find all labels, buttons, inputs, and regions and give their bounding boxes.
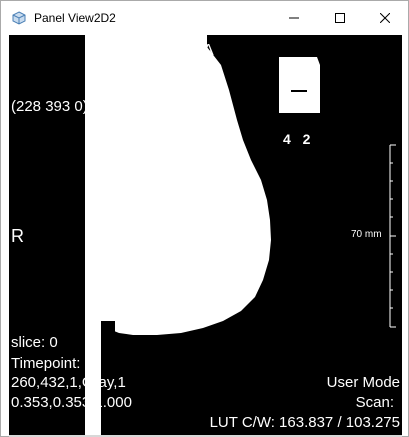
- scale-bar: [389, 144, 396, 328]
- scale-bar-label: 70 mm: [351, 229, 382, 240]
- maximize-icon: [335, 13, 345, 23]
- panel-window: Panel View2D2 A R (228 393 0): 0 4 2 70 …: [0, 0, 409, 437]
- orientation-left-label: R: [11, 226, 24, 246]
- minimize-button[interactable]: [271, 1, 317, 35]
- timepoint-readout: Timepoint: 0: [11, 355, 93, 372]
- scan-label: Scan:: [355, 394, 394, 411]
- marker-label-detail: [291, 90, 307, 92]
- minimize-icon: [289, 13, 299, 23]
- marker-label: [279, 57, 320, 113]
- dimensions-readout: 260,432,1,Gray,1: [11, 374, 126, 391]
- marker-text: 4 2: [283, 131, 315, 147]
- lut-readout: LUT C/W: 163.837 / 103.275: [209, 414, 400, 431]
- close-icon: [380, 13, 390, 23]
- pixel-probe-readout: (228 393 0): 0: [11, 98, 105, 115]
- slice-readout: slice: 0: [11, 334, 58, 351]
- spacing-readout: 0.353,0.353,1.000: [11, 394, 132, 411]
- title-bar[interactable]: Panel View2D2: [1, 1, 408, 35]
- orientation-top-label: A: [203, 42, 214, 59]
- maximize-button[interactable]: [317, 1, 363, 35]
- close-button[interactable]: [362, 1, 408, 35]
- image-viewport[interactable]: A R (228 393 0): 0 4 2 70 mm slice: 0 Ti…: [9, 35, 402, 437]
- user-mode-label: User Mode: [326, 374, 400, 391]
- cube-app-icon: [11, 11, 27, 25]
- window-title: Panel View2D2: [34, 11, 116, 25]
